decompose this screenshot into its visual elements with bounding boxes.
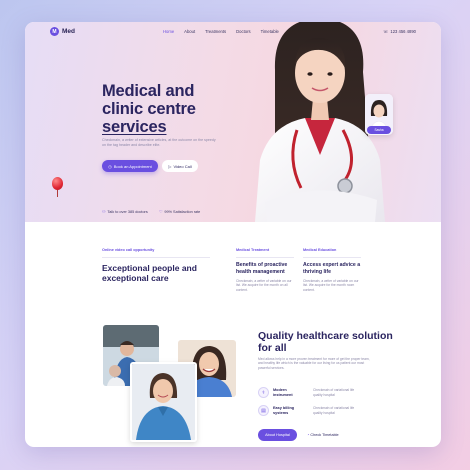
- hero-title-line1: Medical and: [102, 82, 195, 100]
- book-appointment-label: Book an Appointment: [113, 163, 152, 169]
- billing-icon: ▤: [258, 405, 269, 416]
- service-column-1: Medical Treatment Benefits of proactive …: [236, 248, 296, 292]
- stat-satisfaction-text: 99% Satisfaction rate: [164, 209, 201, 214]
- divider: [236, 257, 294, 258]
- nav-item-about[interactable]: About: [184, 29, 195, 34]
- balloon-string: [57, 190, 58, 197]
- video-call-label: Video Call: [173, 163, 192, 169]
- check-timetable-link[interactable]: ◔ Check Timetable: [307, 433, 339, 437]
- quality-text: Med allows help in a more proven treatme…: [258, 357, 370, 370]
- users-icon: ⚇: [102, 210, 106, 214]
- mini-card-label: Sasha: [367, 126, 391, 134]
- service-column-2: Medical Education Access expert advice a…: [303, 248, 363, 292]
- heart-icon: ♡: [159, 210, 163, 214]
- logo[interactable]: M Med: [50, 27, 75, 36]
- stat-doctors: ⚇ Talk to over 385 doctors: [102, 209, 148, 215]
- hero-section: M Med Home About Treatments Doctors Time…: [25, 22, 441, 222]
- feature1-title: Modern instrument: [273, 387, 293, 397]
- feature-easy-billing: ▤ Easy billing systems Checkmain of vari…: [258, 405, 361, 416]
- nav-item-treatments[interactable]: Treatments: [205, 29, 226, 34]
- stat-satisfaction: ♡ 99% Satisfaction rate: [159, 209, 201, 215]
- check-timetable-label: Check Timetable: [310, 433, 339, 437]
- service1-eyebrow: Medical Treatment: [236, 248, 270, 252]
- divider: [102, 257, 210, 258]
- feature1-text: Checkmain of variational life quality ho…: [313, 388, 355, 397]
- services-title: Exceptional people and exceptional care: [102, 263, 197, 283]
- video-call-button[interactable]: ▷ Video Call: [162, 160, 198, 172]
- instrument-icon: ⚕: [258, 387, 269, 398]
- book-appointment-button[interactable]: ◷ Book an Appointment: [102, 160, 158, 172]
- stat-doctors-text: Talk to over 385 doctors: [107, 209, 148, 214]
- logo-mark-icon: M: [50, 27, 59, 36]
- service2-text: Checkmain, a writer of variable on our l…: [303, 279, 359, 292]
- hero-title-line2: clinic centre: [102, 100, 196, 118]
- service1-text: Checkmain, a writer of variable on our l…: [236, 279, 292, 292]
- services-eyebrow: Online video call opportunity: [102, 248, 155, 252]
- nav-item-home[interactable]: Home: [163, 29, 174, 34]
- nurse-blue-image: [132, 364, 195, 440]
- clock-icon: ◔: [307, 433, 310, 437]
- calendar-icon: ◷: [108, 163, 112, 169]
- service2-title: Access expert advice a thriving life: [303, 262, 361, 275]
- video-icon: ▷: [168, 163, 172, 169]
- feature2-text: Checkmain of variational life quality ho…: [313, 406, 355, 415]
- quality-title: Quality healthcare solution for all: [258, 330, 393, 354]
- feature-modern-instrument: ⚕ Modern instrument Checkmain of variati…: [258, 387, 361, 398]
- service1-title: Benefits of proactive health management: [236, 262, 288, 275]
- feature2-title: Easy billing systems: [273, 405, 295, 415]
- service2-eyebrow: Medical Education: [303, 248, 337, 252]
- about-hospital-button[interactable]: About Hospital: [258, 429, 297, 441]
- hero-title: Medical and clinic centre services: [102, 82, 252, 136]
- landing-page-card: M Med Home About Treatments Doctors Time…: [25, 22, 441, 447]
- services-intro: Online video call opportunity Exceptiona…: [102, 248, 212, 283]
- hero-title-highlight: services: [102, 118, 167, 136]
- logo-text: Med: [62, 28, 75, 35]
- divider: [303, 257, 361, 258]
- hero-description: Checkmain, a writer of extensive article…: [102, 138, 216, 147]
- photo-nurse-blue: [130, 362, 197, 442]
- balloon-decoration: [52, 177, 63, 190]
